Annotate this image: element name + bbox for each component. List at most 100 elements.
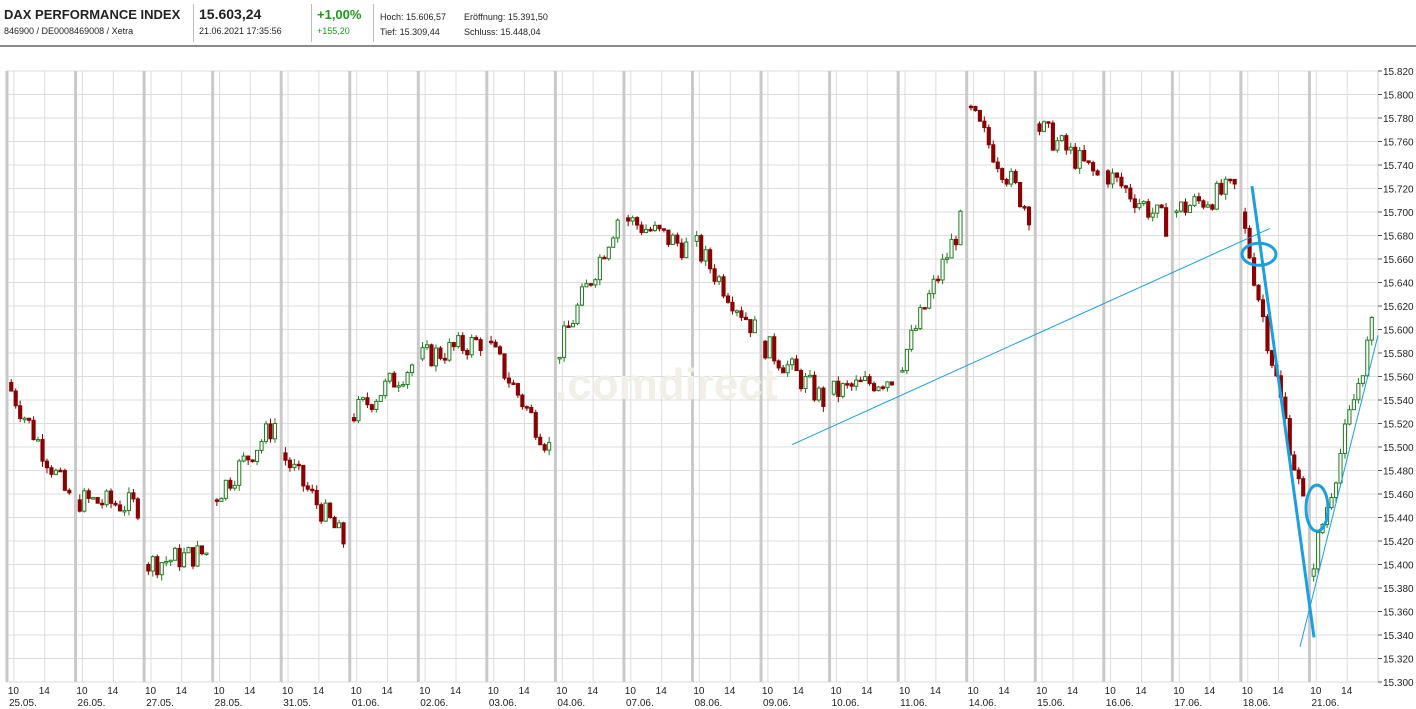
candle-body xyxy=(973,105,978,112)
candle-body xyxy=(255,449,260,463)
candle-body xyxy=(630,217,635,222)
y-tick-label: 15.380 xyxy=(1383,584,1414,595)
candle-body xyxy=(1004,179,1009,185)
candle-body xyxy=(611,237,616,248)
x-tick-label: 14 xyxy=(1341,686,1353,697)
day-separator xyxy=(485,71,489,682)
candle-body xyxy=(228,479,233,489)
candle-body xyxy=(49,467,54,475)
y-tick-label: 15.400 xyxy=(1383,561,1414,572)
candle-body xyxy=(502,353,507,379)
x-tick-label: 14 xyxy=(313,686,325,697)
index-name: DAX PERFORMANCE INDEX xyxy=(4,7,181,22)
candle-body xyxy=(1128,187,1133,200)
candle-body xyxy=(1228,178,1233,182)
x-tick-label: 10 xyxy=(1173,686,1185,697)
candle-body xyxy=(489,340,494,344)
candle-body xyxy=(831,380,836,395)
x-date-label: 03.06. xyxy=(489,698,517,709)
y-tick-label: 15.540 xyxy=(1383,396,1414,407)
candle-body xyxy=(392,372,397,388)
candle-body xyxy=(1013,170,1018,184)
y-tick-label: 15.460 xyxy=(1383,490,1414,501)
x-tick-label: 10 xyxy=(419,686,431,697)
candle-body xyxy=(1091,162,1096,172)
candle-body xyxy=(639,224,644,234)
candle-body xyxy=(657,224,662,230)
candle-body xyxy=(1174,210,1179,214)
x-date-label: 21.06. xyxy=(1311,698,1339,709)
x-tick-label: 14 xyxy=(39,686,51,697)
candle-body xyxy=(469,336,474,356)
x-date-label: 10.06. xyxy=(832,698,860,709)
candle-body xyxy=(314,489,319,506)
candle-body xyxy=(195,545,200,567)
x-tick-label: 10 xyxy=(830,686,842,697)
y-tick-label: 15.500 xyxy=(1383,443,1414,454)
candle-body xyxy=(292,463,297,469)
day-separator xyxy=(1033,71,1037,682)
candle-body xyxy=(748,319,753,334)
candle-body xyxy=(533,412,538,438)
y-tick-label: 15.320 xyxy=(1383,655,1414,666)
candle-body xyxy=(433,347,439,367)
candle-body xyxy=(931,278,936,295)
candle-body xyxy=(821,387,826,407)
candle-body xyxy=(387,372,392,382)
candle-body xyxy=(953,238,959,246)
candle-body xyxy=(351,417,357,422)
candle-body xyxy=(223,479,228,499)
x-date-label: 18.06. xyxy=(1243,698,1271,709)
candle-body xyxy=(1141,201,1146,205)
candle-body xyxy=(442,357,447,361)
candle-body xyxy=(803,376,808,390)
candle-body xyxy=(497,346,503,355)
candle-body xyxy=(885,381,890,389)
x-tick-label: 10 xyxy=(1036,686,1048,697)
candle-body xyxy=(1365,339,1370,377)
candle-body xyxy=(1110,172,1115,185)
candle-body xyxy=(465,350,470,356)
candle-body xyxy=(241,455,246,462)
day-low: Tief: 15.309,44 xyxy=(380,27,440,37)
x-date-label: 17.06. xyxy=(1174,698,1202,709)
candle-body xyxy=(58,469,63,473)
candle-body xyxy=(995,161,1000,170)
candle-body xyxy=(287,459,292,469)
x-date-label: 25.05. xyxy=(9,698,37,709)
candle-body xyxy=(807,374,813,378)
candle-body xyxy=(204,552,209,556)
candle-body xyxy=(1146,201,1151,218)
day-separator xyxy=(965,71,969,682)
candle-body xyxy=(356,399,361,422)
candle-body xyxy=(1333,482,1339,498)
x-date-label: 07.06. xyxy=(626,698,654,709)
candle-body xyxy=(889,381,894,386)
candle-body xyxy=(909,329,914,350)
x-tick-label: 14 xyxy=(176,686,188,697)
candle-body xyxy=(725,295,731,303)
y-tick-label: 15.600 xyxy=(1383,326,1414,337)
candle-body xyxy=(310,488,315,492)
candle-body xyxy=(863,376,868,381)
candle-body xyxy=(588,283,593,286)
candle-body xyxy=(126,492,131,511)
candle-body xyxy=(840,383,845,397)
candle-body xyxy=(332,517,337,529)
candle-body xyxy=(524,406,529,409)
candle-body xyxy=(336,522,342,529)
x-tick-label: 10 xyxy=(625,686,637,697)
candle-body xyxy=(301,464,306,487)
candle-body xyxy=(1201,200,1206,208)
candle-body xyxy=(1018,182,1023,208)
candle-body xyxy=(429,344,434,367)
x-date-label: 15.06. xyxy=(1037,698,1065,709)
x-tick-label: 10 xyxy=(556,686,568,697)
candle-body xyxy=(1210,204,1215,210)
candle-body xyxy=(1292,454,1297,471)
prev-close: Schluss: 15.448,04 xyxy=(464,27,541,37)
candle-body xyxy=(776,360,781,369)
candle-body xyxy=(168,559,173,563)
candle-body xyxy=(858,379,863,383)
day-separator xyxy=(896,71,900,682)
